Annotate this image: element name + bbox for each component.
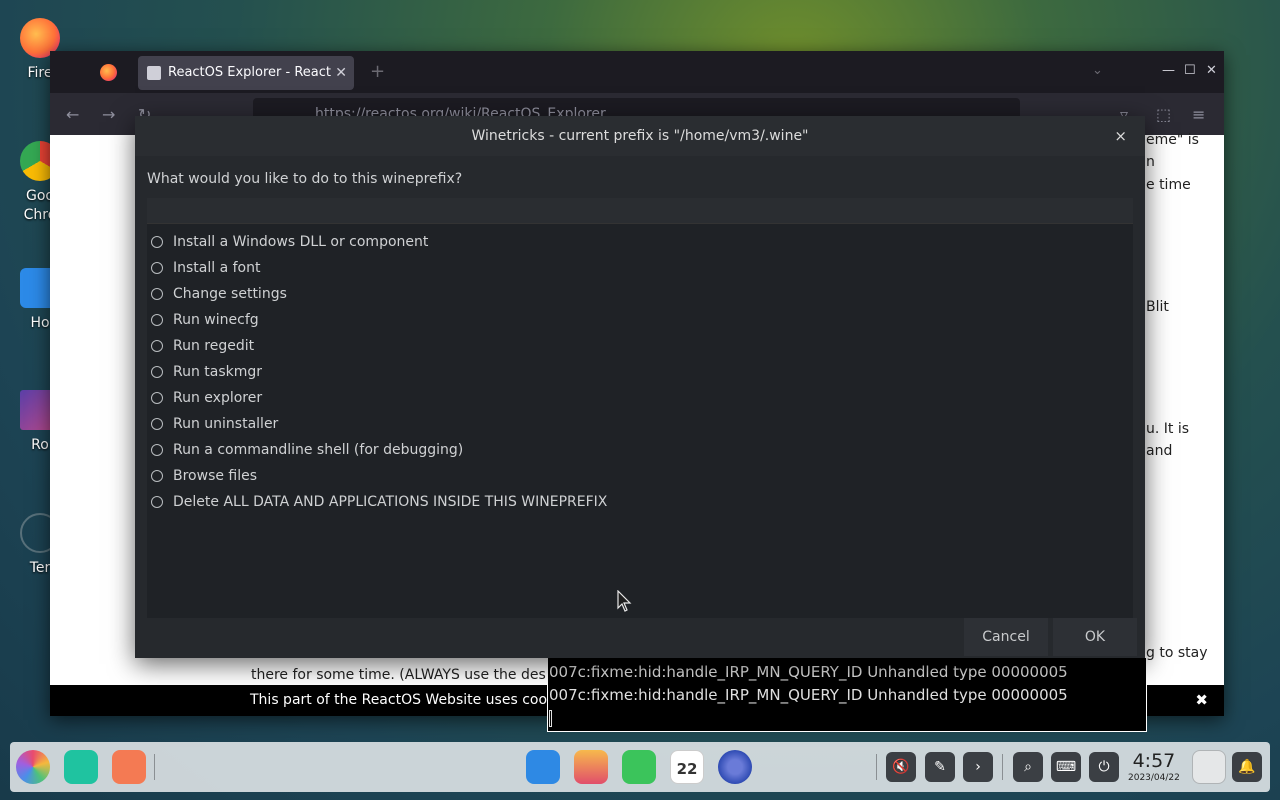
option-row[interactable]: Run uninstaller (151, 411, 607, 437)
option-row[interactable]: Run a commandline shell (for debugging) (151, 437, 607, 463)
option-label: Run explorer (173, 390, 263, 406)
radio-button[interactable] (151, 340, 163, 352)
taskbar: 22 🔇 ✎ › ⌕ ⌨ ⏻ 4:57 2023/04/22 🔔 (10, 742, 1270, 792)
extensions-icon[interactable]: ⬚ (1156, 105, 1171, 124)
volume-muted-icon[interactable]: 🔇 (886, 752, 916, 782)
option-label: Run uninstaller (173, 416, 279, 432)
radio-button[interactable] (151, 444, 163, 456)
close-window-icon[interactable]: ✕ (1206, 63, 1217, 78)
terminal-line: 007c:fixme:hid:handle_IRP_MN_QUERY_ID Un… (549, 686, 1068, 704)
page-text: eme" is (1146, 132, 1199, 148)
firefox-icon[interactable] (100, 64, 117, 81)
radio-button[interactable] (151, 392, 163, 404)
trash-icon[interactable] (1192, 750, 1226, 784)
separator (1002, 754, 1003, 780)
close-tab-icon[interactable]: ✕ (335, 56, 347, 90)
search-icon[interactable]: ⌕ (1013, 752, 1043, 782)
image-viewer-icon[interactable] (574, 750, 608, 784)
option-label: Delete ALL DATA AND APPLICATIONS INSIDE … (173, 494, 608, 510)
menu-icon[interactable]: ≡ (1192, 105, 1205, 124)
options-list: Install a Windows DLL or component Instal… (147, 198, 1133, 618)
tab-bar: ReactOS Explorer - React ✕ + ⌄ — ☐ ✕ (50, 51, 1224, 93)
radio-button[interactable] (151, 366, 163, 378)
page-text: n (1146, 154, 1155, 170)
music-icon[interactable] (622, 750, 656, 784)
options: Install a Windows DLL or component Instal… (151, 229, 607, 515)
radio-button[interactable] (151, 418, 163, 430)
forward-icon[interactable]: → (102, 105, 115, 124)
calendar-day: 22 (676, 760, 698, 778)
radio-button[interactable] (151, 496, 163, 508)
pen-icon[interactable]: ✎ (925, 752, 955, 782)
page-text: and (1146, 443, 1173, 459)
text-cursor (549, 710, 552, 727)
page-text: e time (1146, 177, 1191, 193)
page-text: u. It is (1146, 421, 1190, 437)
separator (154, 754, 155, 780)
clock[interactable]: 4:57 2023/04/22 (1128, 750, 1180, 784)
option-row[interactable]: Install a Windows DLL or component (151, 229, 607, 255)
option-label: Browse files (173, 468, 258, 484)
clock-time: 4:57 (1132, 750, 1176, 772)
dialog-titlebar: Winetricks - current prefix is "/home/vm… (135, 116, 1145, 156)
workspace-icon[interactable] (112, 750, 146, 784)
option-label: Change settings (173, 286, 287, 302)
cancel-button[interactable]: Cancel (964, 618, 1048, 656)
dialog-prompt: What would you like to do to this winepr… (147, 171, 463, 187)
option-row[interactable]: Run winecfg (151, 307, 607, 333)
option-row[interactable]: Change settings (151, 281, 607, 307)
favicon-icon (147, 66, 161, 80)
cookie-text: This part of the ReactOS Website uses co… (250, 692, 580, 708)
file-manager-icon[interactable] (526, 750, 560, 784)
option-label: Run regedit (173, 338, 255, 354)
radio-button[interactable] (151, 288, 163, 300)
list-header (147, 198, 1133, 224)
tab-title: ReactOS Explorer - React (168, 65, 332, 80)
keyboard-icon[interactable]: ⌨ (1051, 752, 1081, 782)
list-tabs-icon[interactable]: ⌄ (1092, 63, 1103, 78)
chevron-right-icon[interactable]: › (963, 752, 993, 782)
minimize-icon[interactable]: — (1162, 63, 1175, 78)
option-label: Install a font (173, 260, 261, 276)
terminal-line: 007c:fixme:hid:handle_IRP_MN_QUERY_ID Un… (549, 663, 1068, 681)
option-row[interactable]: Run explorer (151, 385, 607, 411)
power-icon[interactable]: ⏻ (1089, 752, 1119, 782)
radio-button[interactable] (151, 314, 163, 326)
option-row[interactable]: Run regedit (151, 333, 607, 359)
option-row[interactable]: Run taskmgr (151, 359, 607, 385)
page-text: there for some time. (ALWAYS use the des… (251, 667, 586, 683)
notification-bell-icon[interactable]: 🔔 (1232, 752, 1262, 782)
cookie-close-icon[interactable]: ✖ (1195, 685, 1208, 716)
calendar-icon[interactable]: 22 (670, 750, 704, 784)
terminal-window[interactable]: 007c:fixme:hid:handle_IRP_MN_QUERY_ID Un… (547, 658, 1147, 732)
option-row[interactable]: Install a font (151, 255, 607, 281)
mouse-pointer-icon (617, 590, 632, 612)
page-text: g to stay (1146, 645, 1208, 661)
close-icon[interactable]: × (1114, 116, 1127, 156)
page-text: Blit (1146, 299, 1169, 315)
option-row[interactable]: Browse files (151, 463, 607, 489)
option-label: Install a Windows DLL or component (173, 234, 429, 250)
option-label: Run winecfg (173, 312, 259, 328)
winetricks-dialog: Winetricks - current prefix is "/home/vm… (135, 116, 1145, 658)
radio-button[interactable] (151, 470, 163, 482)
separator (876, 754, 877, 780)
launcher-icon[interactable] (16, 750, 50, 784)
new-tab-icon[interactable]: + (370, 61, 385, 82)
option-label: Run a commandline shell (for debugging) (173, 442, 464, 458)
back-icon[interactable]: ← (66, 105, 79, 124)
dialog-title: Winetricks - current prefix is "/home/vm… (471, 128, 809, 144)
option-row[interactable]: Delete ALL DATA AND APPLICATIONS INSIDE … (151, 489, 607, 515)
ok-button[interactable]: OK (1053, 618, 1137, 656)
radio-button[interactable] (151, 262, 163, 274)
clock-date: 2023/04/22 (1128, 773, 1180, 783)
radio-button[interactable] (151, 236, 163, 248)
maximize-icon[interactable]: ☐ (1184, 63, 1196, 78)
settings-icon[interactable] (718, 750, 752, 784)
tab-reactos-explorer[interactable]: ReactOS Explorer - React ✕ (138, 56, 354, 90)
option-label: Run taskmgr (173, 364, 263, 380)
multitask-view-icon[interactable] (64, 750, 98, 784)
